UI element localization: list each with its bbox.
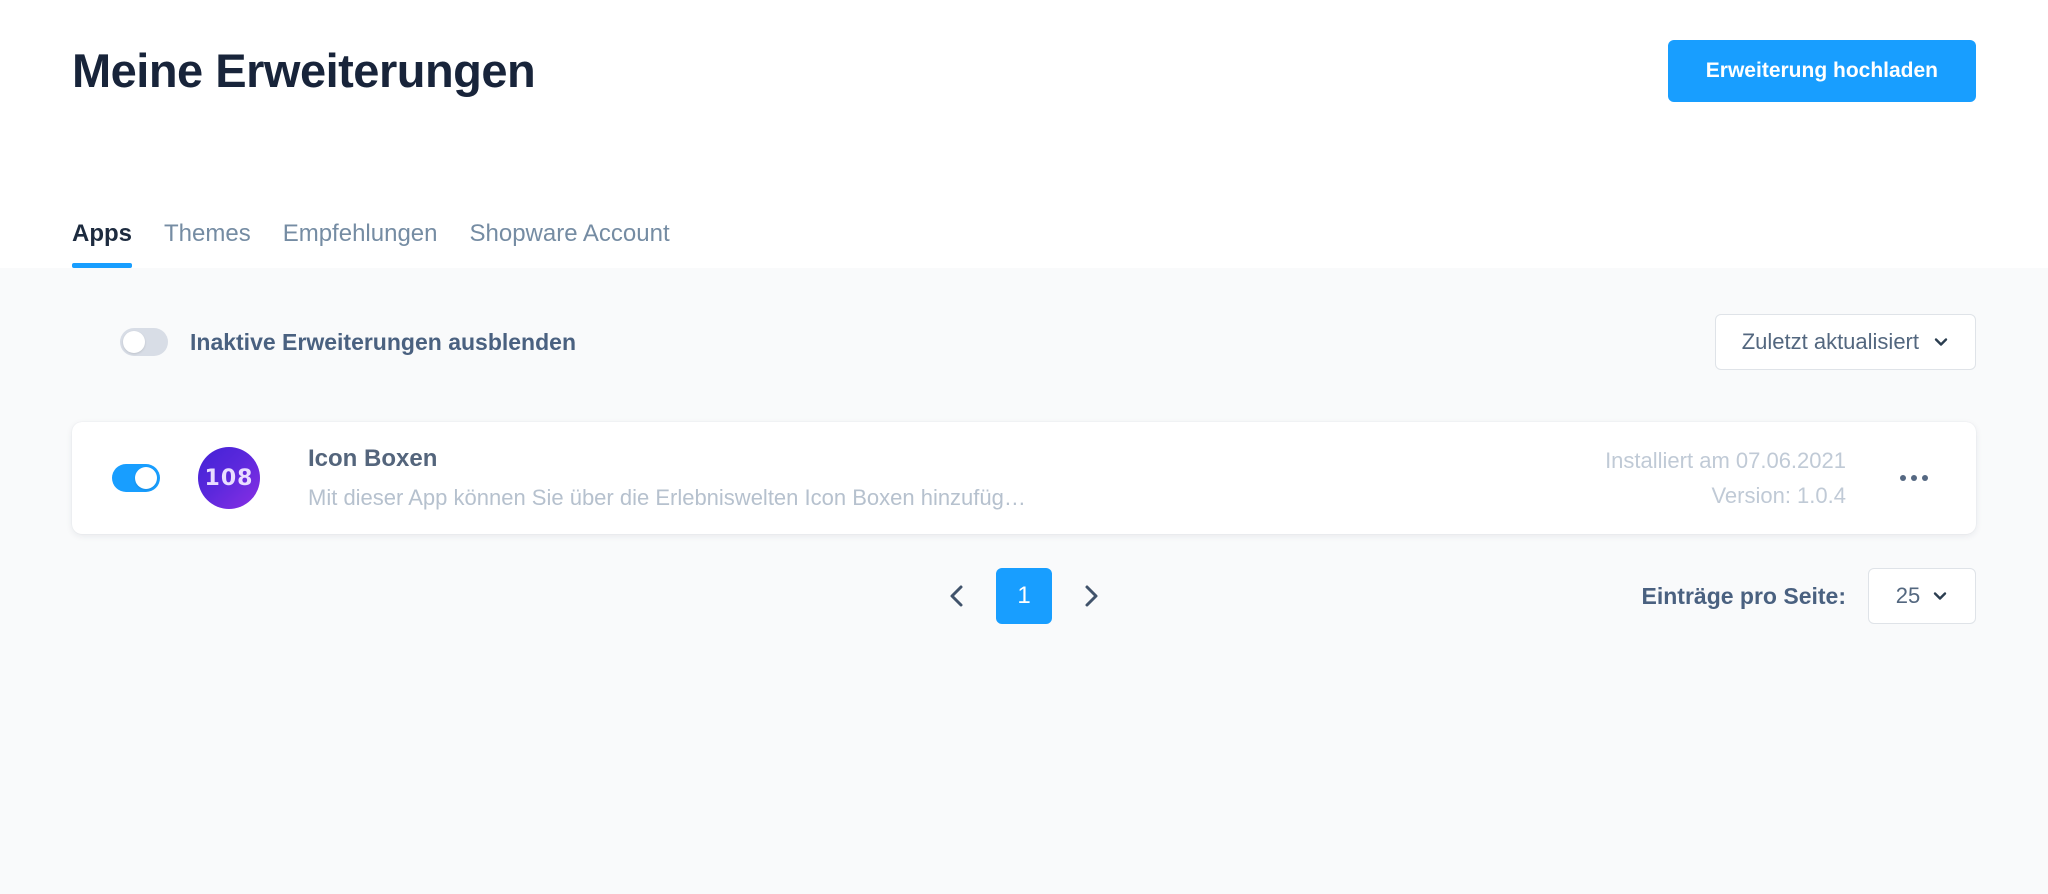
extension-version: Version: 1.0.4: [1711, 483, 1846, 508]
chevron-down-icon: [1933, 334, 1949, 350]
tab-themes[interactable]: Themes: [148, 222, 267, 268]
hide-inactive-group: Inaktive Erweiterungen ausblenden: [120, 328, 576, 356]
per-page-dropdown[interactable]: 25: [1868, 568, 1976, 624]
sort-dropdown-value: Zuletzt aktualisiert: [1741, 329, 1919, 354]
pager: 1: [940, 568, 1108, 624]
toggle-knob: [135, 467, 157, 489]
extension-description: Mit dieser App können Sie über die Erleb…: [308, 485, 1026, 511]
tab-apps-label: Apps: [72, 220, 132, 247]
tab-bar: Apps Themes Empfehlungen Shopware Accoun…: [72, 222, 1976, 268]
per-page-label: Einträge pro Seite:: [1641, 582, 1846, 609]
header-top-row: Meine Erweiterungen Erweiterung hochlade…: [72, 0, 1976, 102]
pagination-bar: 1 Einträge pro Seite: 25: [72, 568, 1976, 624]
pagination-next-icon[interactable]: [1074, 579, 1108, 613]
per-page-value: 25: [1895, 583, 1921, 608]
chevron-down-icon: [1932, 588, 1948, 604]
extension-name: Icon Boxen: [308, 445, 438, 473]
extension-meta: Installiert am 07.06.2021 Version: 1.0.4: [1526, 443, 1886, 513]
tab-shopware-account[interactable]: Shopware Account: [453, 222, 685, 268]
dot: [1911, 475, 1917, 481]
dot: [1900, 475, 1906, 481]
tab-empfehlungen-label: Empfehlungen: [282, 220, 438, 247]
extension-icon-label: 108: [204, 465, 254, 491]
hide-inactive-toggle[interactable]: [120, 328, 168, 356]
toggle-knob: [123, 331, 145, 353]
filter-bar: Inaktive Erweiterungen ausblenden Zuletz…: [72, 268, 1976, 370]
sort-dropdown[interactable]: Zuletzt aktualisiert: [1714, 314, 1976, 370]
context-menu-icon[interactable]: [1886, 450, 1942, 506]
tab-empfehlungen[interactable]: Empfehlungen: [267, 222, 454, 268]
page-header: Meine Erweiterungen Erweiterung hochlade…: [0, 0, 2048, 268]
pagination-page-number: 1: [1017, 582, 1031, 609]
extension-text-block: Icon Boxen Mit dieser App können Sie übe…: [308, 444, 1526, 512]
extension-icon: 108: [198, 447, 260, 509]
pagination-page-1[interactable]: 1: [996, 568, 1052, 624]
dot: [1922, 475, 1928, 481]
tab-shopware-account-label: Shopware Account: [469, 220, 670, 247]
page-title: Meine Erweiterungen: [72, 43, 536, 97]
extension-installed-date: Installiert am 07.06.2021: [1605, 447, 1846, 473]
extension-row[interactable]: 108 Icon Boxen Mit dieser App können Sie…: [72, 422, 1976, 534]
extension-active-toggle[interactable]: [112, 464, 160, 492]
content-area: Inaktive Erweiterungen ausblenden Zuletz…: [0, 268, 2048, 894]
tab-apps[interactable]: Apps: [56, 222, 148, 268]
hide-inactive-label: Inaktive Erweiterungen ausblenden: [190, 328, 576, 355]
pagination-previous-icon[interactable]: [940, 579, 974, 613]
upload-extension-button[interactable]: Erweiterung hochladen: [1667, 40, 1976, 102]
tab-themes-label: Themes: [164, 220, 251, 247]
per-page-group: Einträge pro Seite: 25: [1642, 568, 1976, 624]
